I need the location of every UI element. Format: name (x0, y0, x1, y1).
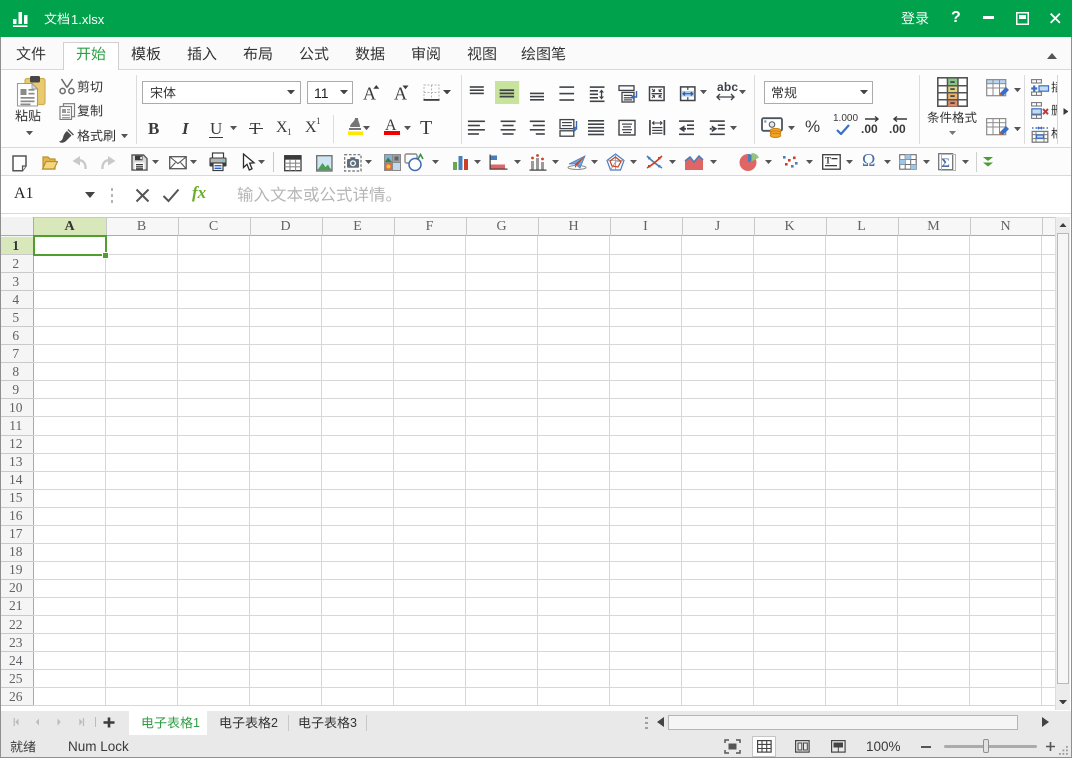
svg-text:Σ: Σ (941, 155, 950, 170)
svg-text:T: T (825, 156, 831, 166)
svg-text:A: A (363, 84, 376, 102)
